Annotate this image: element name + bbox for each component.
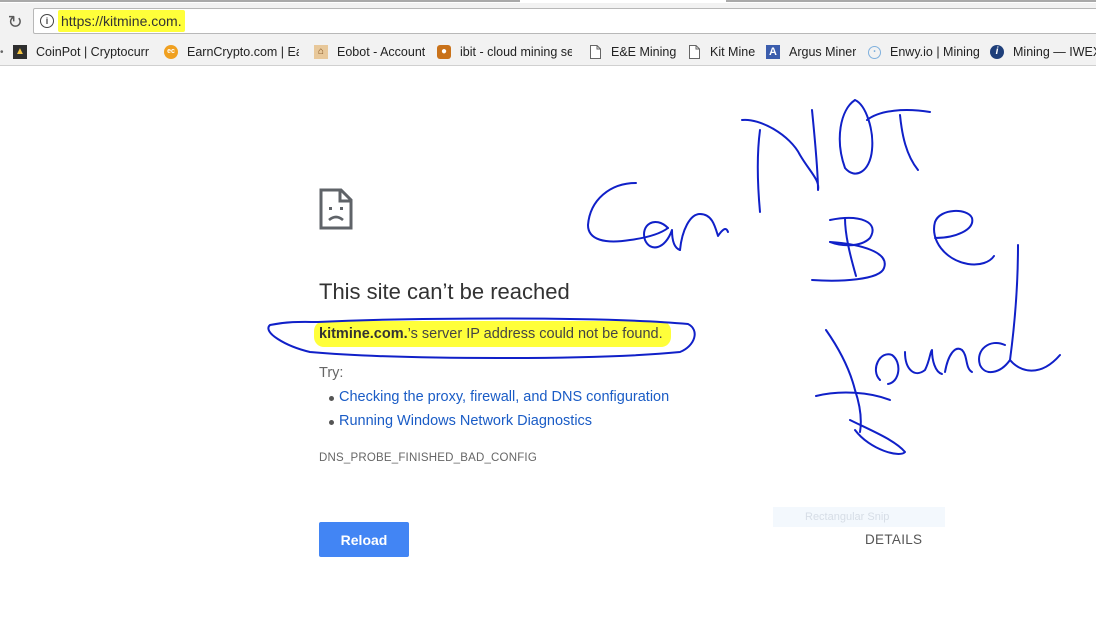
page-icon [588, 45, 602, 59]
bookmark-label: Argus Miner [789, 45, 857, 59]
iwex-icon: i [990, 45, 1004, 59]
bookmark-label: CoinPot | Cryptocurre [36, 45, 149, 59]
error-message: ’s server IP address could not be found. [407, 326, 663, 342]
try-label: Try: [319, 365, 344, 381]
suggestion-check-proxy[interactable]: Checking the proxy, firewall, and DNS co… [328, 389, 669, 405]
ibit-icon: ● [437, 45, 451, 59]
tab-strip-left [0, 0, 520, 2]
browser-reload-button[interactable]: ↻ [4, 11, 26, 33]
bookmark-coinpot[interactable]: ▲ CoinPot | Cryptocurre [13, 43, 149, 61]
bookmark-ee-mining[interactable]: E&E Mining [588, 43, 676, 61]
tab-strip-right [726, 0, 1096, 2]
reload-button[interactable]: Reload [319, 522, 409, 557]
enwy-icon: • [868, 45, 881, 59]
page-icon [687, 45, 701, 59]
url-text[interactable]: https://kitmine.com. [58, 10, 185, 32]
bookmark-label: Mining — IWEX [1013, 45, 1096, 59]
bookmark-eobot[interactable]: ⌂ Eobot - Account [314, 43, 425, 61]
sad-document-icon [319, 188, 353, 230]
rectangular-snip-tooltip: Rectangular Snip [773, 507, 945, 527]
bookmarks-overflow-edge: • [0, 47, 4, 58]
bookmark-label: Enwy.io | Mining [890, 45, 980, 59]
refresh-icon: ↻ [7, 11, 23, 32]
argus-icon: A [766, 45, 780, 59]
error-code: DNS_PROBE_FINISHED_BAD_CONFIG [319, 452, 537, 464]
bookmark-ibit[interactable]: ● ibit - cloud mining se [437, 43, 572, 61]
error-detail: kitmine.com.’s server IP address could n… [314, 321, 671, 347]
details-button[interactable]: DETAILS [852, 529, 935, 549]
bookmark-kit-mine[interactable]: Kit Mine [687, 43, 755, 61]
bookmark-enwy[interactable]: • Enwy.io | Mining [868, 43, 980, 61]
bookmark-iwex[interactable]: i Mining — IWEX [990, 43, 1096, 61]
error-host: kitmine.com. [319, 326, 408, 342]
browser-toolbar: ↻ i https://kitmine.com. [0, 3, 1096, 39]
bookmark-label: Eobot - Account [337, 45, 426, 59]
bookmark-label: Kit Mine [710, 45, 756, 59]
page-title: This site can’t be reached [319, 279, 570, 304]
bookmark-label: E&E Mining [611, 45, 677, 59]
bookmark-earncrypto[interactable]: ec EarnCrypto.com | Earn [164, 43, 299, 61]
address-bar[interactable]: i https://kitmine.com. [33, 8, 1096, 34]
suggestion-network-diagnostics[interactable]: Running Windows Network Diagnostics [328, 413, 592, 429]
coinpot-icon: ▲ [13, 45, 27, 59]
bookmarks-bar: • ▲ CoinPot | Cryptocurre ec EarnCrypto.… [0, 39, 1096, 66]
info-icon[interactable]: i [40, 14, 54, 28]
earncrypto-icon: ec [164, 45, 178, 59]
bookmark-label: ibit - cloud mining se [460, 45, 572, 59]
bookmark-argus-miner[interactable]: A Argus Miner [766, 43, 856, 61]
bookmark-label: EarnCrypto.com | Earn [187, 45, 299, 59]
eobot-icon: ⌂ [314, 45, 328, 59]
